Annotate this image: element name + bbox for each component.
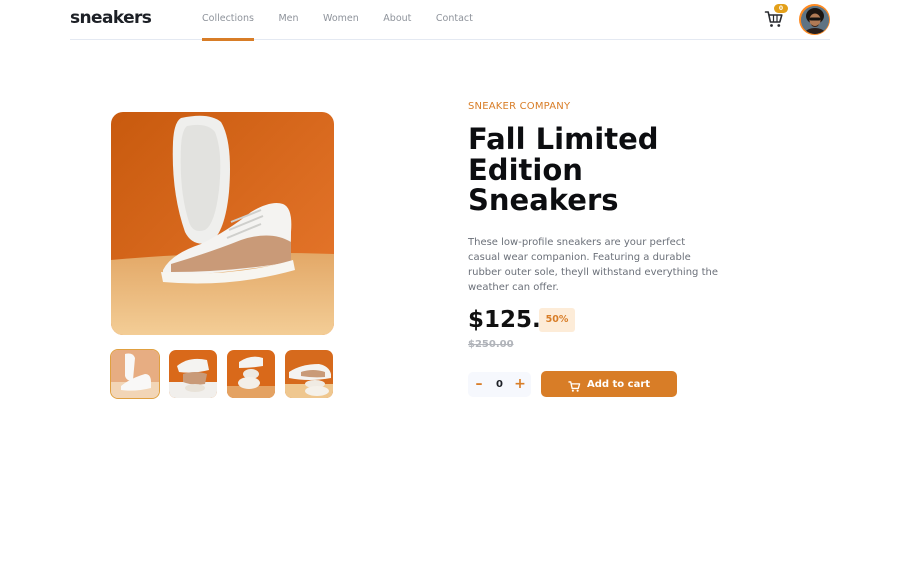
current-price: $125. [468, 307, 541, 333]
main-nav: Collections Men Women About Contact [202, 0, 497, 41]
avatar-image [800, 5, 829, 34]
add-to-cart-button[interactable]: Add to cart [541, 371, 677, 397]
nav-contact[interactable]: Contact [436, 0, 473, 40]
cart-count-badge: 0 [774, 4, 788, 13]
nav-women[interactable]: Women [323, 0, 359, 40]
add-to-cart-label: Add to cart [586, 378, 651, 390]
logo[interactable]: sneakers [70, 8, 152, 28]
thumbnail-2[interactable] [169, 350, 217, 398]
decrease-quantity-button[interactable]: – [468, 372, 490, 397]
site-header: sneakers Collections Men Women About Con… [70, 0, 830, 41]
product-title: Fall Limited Edition Sneakers [468, 122, 659, 217]
original-price: $250.00 [468, 339, 514, 350]
product-description: These low-profile sneakers are your perf… [468, 237, 718, 293]
thumbnail-1[interactable] [110, 349, 160, 399]
quantity-stepper: – 0 + [468, 372, 531, 397]
increase-quantity-button[interactable]: + [509, 372, 531, 397]
cart-icon [568, 378, 581, 392]
nav-men[interactable]: Men [278, 0, 298, 40]
company-name: SNEAKER COMPANY [468, 101, 571, 112]
thumbnail-3[interactable] [227, 350, 275, 398]
nav-about[interactable]: About [383, 0, 411, 40]
thumbnail-strip [110, 349, 334, 399]
user-avatar[interactable] [799, 4, 830, 35]
thumbnail-4[interactable] [285, 350, 333, 398]
discount-badge: 50% [539, 308, 575, 332]
quantity-value: 0 [496, 379, 503, 390]
nav-collections[interactable]: Collections [202, 0, 254, 41]
product-main-image[interactable] [111, 112, 334, 335]
